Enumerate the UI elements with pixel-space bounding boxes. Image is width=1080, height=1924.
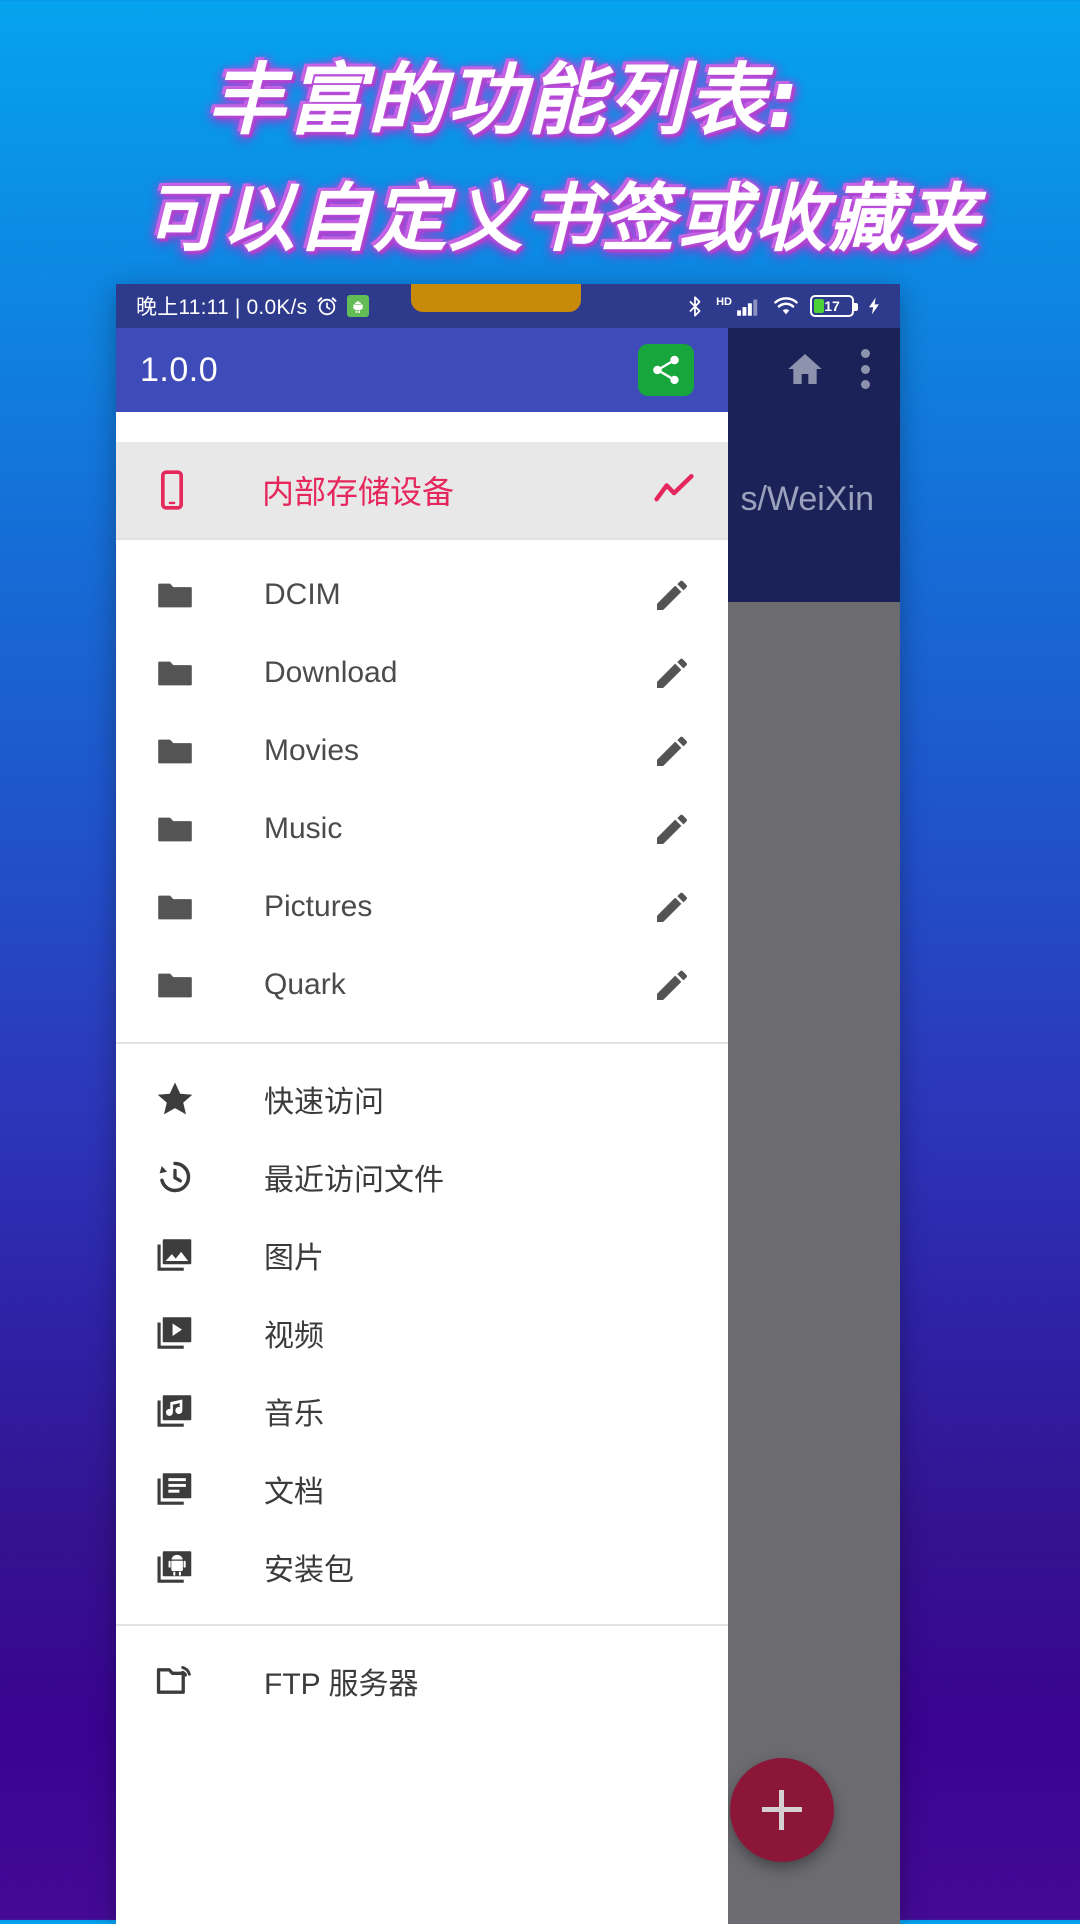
list-item[interactable]: Movies: [116, 712, 728, 790]
function-label: 快速访问: [264, 1086, 384, 1119]
folder-icon: [154, 730, 202, 772]
folder-label: Movies: [264, 734, 360, 767]
apk-icon: [154, 1546, 202, 1588]
folder-icon: [154, 652, 202, 694]
status-notch: [411, 284, 581, 312]
share-button[interactable]: [638, 344, 694, 396]
photo-icon: [154, 1234, 202, 1276]
battery-percent: 17: [824, 298, 840, 314]
list-item[interactable]: DCIM: [116, 556, 728, 634]
smartphone-icon: [150, 468, 194, 512]
ftp-folder-icon: [154, 1660, 202, 1702]
sidebar-item-pictures[interactable]: 图片: [116, 1216, 728, 1294]
promo-line-2: 可以自定义书签或收藏夹: [145, 176, 981, 262]
cellular-signal-icon: [736, 295, 762, 317]
function-label: 最近访问文件: [264, 1164, 444, 1197]
function-section-top-pad: [116, 1044, 728, 1060]
promo-headline: 丰富的功能列表: 可以自定义书签或收藏夹: [0, 0, 1080, 256]
internal-storage-label: 内部存储设备: [262, 474, 455, 510]
folder-list: DCIM Download Movies Music Pictures Quar…: [116, 556, 728, 1024]
folder-label: Download: [264, 656, 398, 689]
wifi-icon: [772, 294, 800, 318]
drawer-appbar: 1.0.0: [116, 328, 728, 412]
list-item[interactable]: Quark: [116, 946, 728, 1024]
trending-chart-icon[interactable]: [652, 468, 696, 512]
hd-label: HD: [716, 296, 732, 308]
sidebar-item-recent-files[interactable]: 最近访问文件: [116, 1138, 728, 1216]
overflow-menu-icon[interactable]: [860, 349, 870, 389]
history-icon: [154, 1156, 202, 1198]
list-item[interactable]: Download: [116, 634, 728, 712]
folder-label: Quark: [264, 968, 346, 1001]
pencil-edit-icon[interactable]: [652, 731, 692, 771]
drawer-top-gap: [116, 412, 728, 442]
pencil-edit-icon[interactable]: [652, 965, 692, 1005]
music-icon: [154, 1390, 202, 1432]
folder-icon: [154, 574, 202, 616]
alarm-clock-icon: [315, 294, 339, 318]
folder-icon: [154, 964, 202, 1006]
pencil-edit-icon[interactable]: [652, 653, 692, 693]
home-icon[interactable]: [784, 349, 826, 389]
background-path-text: s/WeiXin: [740, 480, 874, 518]
add-fab[interactable]: [730, 1758, 834, 1862]
folder-icon: [154, 808, 202, 850]
list-item[interactable]: Music: [116, 790, 728, 868]
folder-section-top-pad: [116, 540, 728, 556]
folder-icon: [154, 886, 202, 928]
status-clock: 晚上11:11 | 0.0K/s: [136, 296, 308, 319]
sidebar-item-documents[interactable]: 文档: [116, 1450, 728, 1528]
document-icon: [154, 1468, 202, 1510]
battery-indicator: 17: [810, 295, 858, 317]
status-bar: 晚上11:11 | 0.0K/s HD 17: [116, 284, 900, 328]
star-icon: [154, 1078, 202, 1120]
function-label: 安装包: [264, 1554, 354, 1587]
folder-section-bottom-pad: [116, 1024, 728, 1042]
android-notification-icon: [347, 295, 370, 317]
sidebar-item-videos[interactable]: 视频: [116, 1294, 728, 1372]
plus-icon: [762, 1790, 802, 1830]
function-label: 音乐: [264, 1398, 324, 1431]
navigation-drawer: 1.0.0 内部存储设备 DCIM Download Movies Music …: [116, 328, 728, 1924]
sidebar-item-internal-storage[interactable]: 内部存储设备: [116, 442, 728, 538]
function-label: 图片: [264, 1242, 324, 1275]
folder-label: DCIM: [264, 578, 341, 611]
function-label: 视频: [264, 1320, 324, 1353]
folder-label: Music: [264, 812, 343, 845]
promo-line-1: 丰富的功能列表:: [207, 56, 801, 146]
pencil-edit-icon[interactable]: [652, 575, 692, 615]
phone-screenshot: s/WeiXin 晚上11:11 | 0.0K/s HD 17 1.0.0 内部…: [116, 284, 900, 1924]
sidebar-item-music[interactable]: 音乐: [116, 1372, 728, 1450]
list-item[interactable]: Pictures: [116, 868, 728, 946]
function-section-bottom-pad: [116, 1606, 728, 1624]
service-section-top-pad: [116, 1626, 728, 1642]
sidebar-item-apk[interactable]: 安装包: [116, 1528, 728, 1606]
sidebar-item-ftp-server[interactable]: FTP 服务器: [116, 1642, 728, 1720]
sidebar-item-quick-access[interactable]: 快速访问: [116, 1060, 728, 1138]
service-label: FTP 服务器: [264, 1668, 419, 1701]
app-version-label: 1.0.0: [140, 350, 219, 389]
pencil-edit-icon[interactable]: [652, 809, 692, 849]
function-label: 文档: [264, 1476, 324, 1509]
pencil-edit-icon[interactable]: [652, 887, 692, 927]
folder-label: Pictures: [264, 890, 373, 923]
charging-bolt-icon: [864, 293, 884, 319]
bluetooth-icon: [684, 293, 706, 319]
function-list: 快速访问 最近访问文件 图片 视频 音乐 文档 安装包: [116, 1060, 728, 1606]
video-icon: [154, 1312, 202, 1354]
service-list: FTP 服务器: [116, 1642, 728, 1720]
